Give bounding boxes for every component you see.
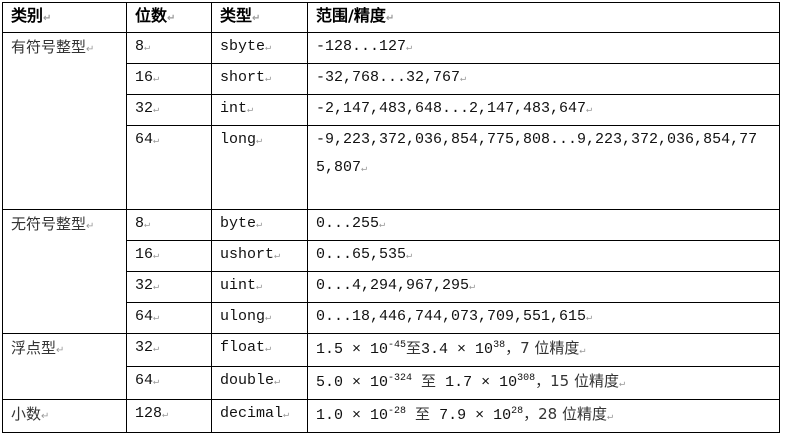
header-bits: 位数 [126,2,212,33]
bits-cell: 64 [126,125,212,210]
exponent-max: 28 [511,406,524,417]
table-row: 无符号整型 8 byte 0...255 [2,209,780,334]
type-cell: byte [211,209,308,241]
type-cell: ulong [211,302,308,334]
range-cell: 0...255 [307,209,780,241]
type-cell: uint [211,271,308,303]
precision: ，28 位精度 [523,405,607,423]
exponent-max: 38 [493,340,506,351]
range-cell: 5.0 × 10-324 至 1.7 × 10308，15 位精度 [307,366,780,400]
bits-cell: 16 [126,240,212,272]
category-cell: 有符号整型 [2,32,127,210]
range-cell: -9,223,372,036,854,775,808...9,223,372,0… [307,125,780,210]
type-cell: int [211,94,308,126]
category-cell: 小数 [2,399,127,433]
mantissa-max: 1.7 × 10 [445,374,518,391]
bits-cell: 64 [126,302,212,334]
header-category: 类别 [2,2,127,33]
type-cell: double [211,366,308,400]
table-row: 浮点型 32 float 1.5 × 10-45至3.4 × 1038，7 位精… [2,333,780,400]
to-label: 至 [415,405,431,423]
range-cell: 0...65,535 [307,240,780,272]
bits-cell: 64 [126,366,212,400]
mantissa-max: 3.4 × 10 [421,341,494,358]
type-cell: float [211,333,308,367]
table-row: 有符号整型 8 sbyte -128...127 [2,32,780,210]
range-cell: -32,768...32,767 [307,63,780,95]
type-cell: long [211,125,308,210]
exponent-min: -28 [388,406,407,417]
to-label: 至 [406,339,422,357]
numeric-types-table: 类别 位数 类型 范围/精度 有符号整型 8 sbyte -128...127 … [2,2,780,433]
bits-cell: 128 [126,399,212,433]
bits-cell: 32 [126,271,212,303]
precision: ，7 位精度 [505,339,580,357]
bits-cell: 8 [126,32,212,64]
bits-cell: 32 [126,94,212,126]
category-cell: 浮点型 [2,333,127,400]
mantissa-min: 1.5 × 10 [316,341,389,358]
header-type: 类型 [211,2,308,33]
range-cell: 0...4,294,967,295 [307,271,780,303]
mantissa-min: 5.0 × 10 [316,374,389,391]
mantissa-max: 7.9 × 10 [439,407,512,424]
type-cell: decimal [211,399,308,433]
range-cell: 1.0 × 10-28 至 7.9 × 1028，28 位精度 [307,399,780,433]
type-cell: short [211,63,308,95]
range-cell: -128...127 [307,32,780,64]
range-cell: 1.5 × 10-45至3.4 × 1038，7 位精度 [307,333,780,367]
header-row: 类别 位数 类型 范围/精度 [2,2,780,33]
header-range: 范围/精度 [307,2,780,33]
mantissa-min: 1.0 × 10 [316,407,389,424]
category-cell: 无符号整型 [2,209,127,334]
to-label: 至 [421,372,437,390]
bits-cell: 8 [126,209,212,241]
exponent-min: -324 [388,373,413,384]
table-row: 小数 128 decimal 1.0 × 10-28 至 7.9 × 1028，… [2,399,780,433]
type-cell: ushort [211,240,308,272]
range-cell: -2,147,483,648...2,147,483,647 [307,94,780,126]
precision: ，15 位精度 [535,372,619,390]
range-cell: 0...18,446,744,073,709,551,615 [307,302,780,334]
type-cell: sbyte [211,32,308,64]
exponent-max: 308 [517,373,536,384]
bits-cell: 16 [126,63,212,95]
exponent-min: -45 [388,340,407,351]
bits-cell: 32 [126,333,212,367]
